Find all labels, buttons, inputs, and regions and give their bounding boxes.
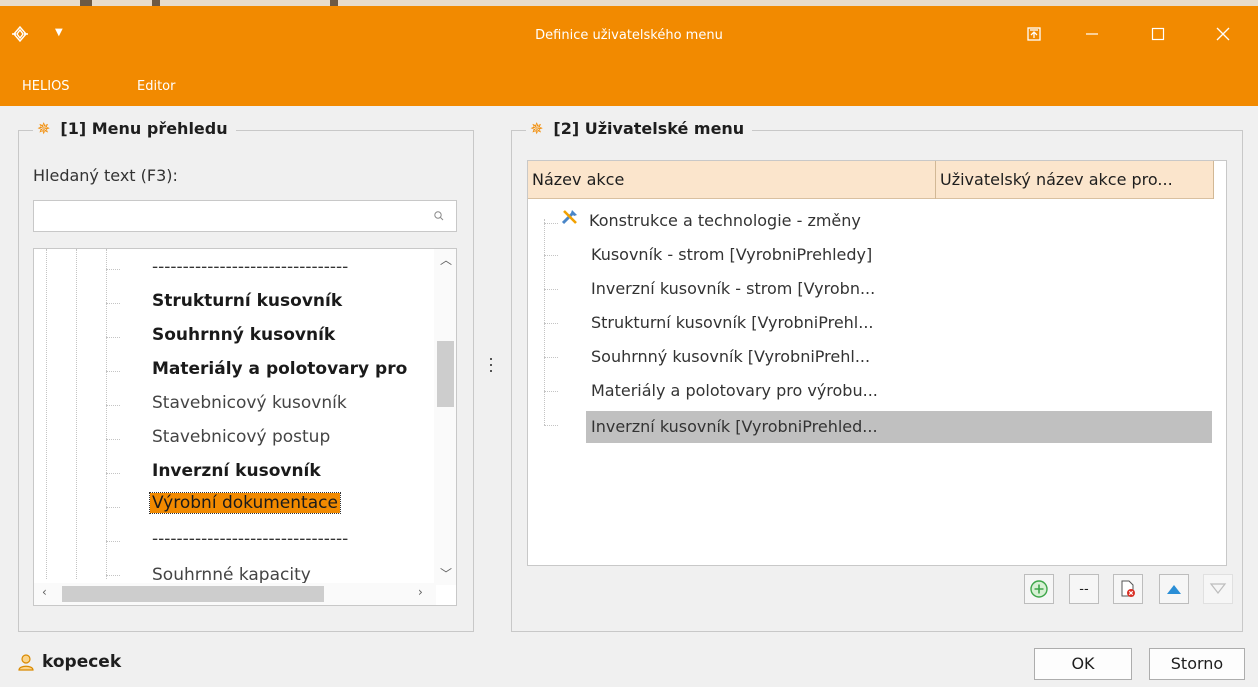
ok-button[interactable]: OK: [1034, 648, 1132, 680]
tree-separator: --------------------------------: [152, 529, 349, 549]
pin-window-icon[interactable]: [1014, 20, 1054, 48]
search-label: Hledaný text (F3):: [33, 166, 178, 185]
triangle-up-icon: [1167, 585, 1181, 594]
tree-item[interactable]: Souhrnný kusovník: [152, 325, 335, 345]
grid-row[interactable]: Kusovník - strom [VyrobniPrehledy]: [586, 239, 872, 271]
menu-overview-title-text: [1] Menu přehledu: [60, 119, 228, 138]
star-icon: ✵: [37, 119, 51, 138]
scroll-left-icon[interactable]: ‹: [42, 585, 47, 599]
triangle-down-icon: [1209, 583, 1227, 594]
add-item-button[interactable]: [1024, 574, 1054, 604]
tree-item[interactable]: Strukturní kusovník: [152, 291, 342, 311]
background-window-strip: [0, 0, 1258, 6]
scroll-right-icon[interactable]: ›: [418, 585, 423, 599]
tree-item-selected[interactable]: Výrobní dokumentace: [149, 492, 341, 514]
column-header-action-name[interactable]: Název akce: [528, 161, 936, 199]
window-title: Definice uživatelského menu: [535, 28, 723, 43]
user-menu-title: ✵ [2] Uživatelské menu: [526, 119, 753, 138]
cancel-button[interactable]: Storno: [1149, 648, 1245, 680]
add-icon: [1030, 580, 1048, 598]
user-menu-grid[interactable]: Název akce Uživatelský název akce pro...…: [527, 160, 1227, 566]
tree-item[interactable]: Stavebnicový postup: [152, 427, 330, 447]
column-header-user-name[interactable]: Uživatelský název akce pro...: [936, 161, 1214, 199]
splitter-handle[interactable]: [490, 358, 493, 376]
star-icon: ✵: [530, 119, 544, 138]
tree-item[interactable]: Inverzní kusovník: [152, 461, 321, 481]
title-bar: ▼ Definice uživatelského menu: [0, 0, 1258, 68]
search-input[interactable]: [33, 200, 457, 232]
delete-document-icon: [1121, 580, 1135, 597]
minimize-icon[interactable]: [1072, 20, 1112, 48]
grid-row[interactable]: Strukturní kusovník [VyrobniPrehl...: [586, 307, 874, 339]
grid-row-selected[interactable]: Inverzní kusovník [VyrobniPrehled...: [586, 411, 1212, 443]
search-icon[interactable]: [432, 209, 446, 223]
maximize-icon[interactable]: [1138, 20, 1178, 48]
menu-bar: HELIOS Editor: [0, 68, 1258, 106]
user-menu-title-text: [2] Uživatelské menu: [553, 119, 745, 138]
close-icon[interactable]: [1203, 20, 1243, 48]
horizontal-scroll-thumb[interactable]: [62, 586, 324, 602]
scroll-down-icon[interactable]: ﹀: [440, 565, 452, 582]
horizontal-scrollbar[interactable]: ‹ ›: [34, 583, 436, 605]
add-separator-button[interactable]: --: [1069, 574, 1099, 604]
tree-item[interactable]: Souhrnné kapacity: [152, 565, 311, 585]
move-up-button[interactable]: [1159, 574, 1189, 604]
tree-item[interactable]: Stavebnicový kusovník: [152, 393, 347, 413]
move-down-button[interactable]: [1203, 574, 1233, 604]
grid-row[interactable]: Materiály a polotovary pro výrobu...: [586, 375, 878, 407]
user-name: kopecek: [42, 652, 122, 672]
menu-overview-title: ✵ [1] Menu přehledu: [33, 119, 236, 138]
tree-item[interactable]: Materiály a polotovary pro: [152, 359, 407, 379]
menu-editor[interactable]: Editor: [137, 79, 175, 94]
vertical-scrollbar[interactable]: ︿ ﹀: [434, 249, 456, 585]
vertical-scroll-thumb[interactable]: [437, 341, 454, 407]
menu-helios[interactable]: HELIOS: [22, 79, 70, 94]
user-icon: [18, 654, 34, 671]
delete-item-button[interactable]: [1113, 574, 1143, 604]
grid-row[interactable]: Inverzní kusovník - strom [Vyrobn...: [586, 273, 875, 305]
grid-row[interactable]: Souhrnný kusovník [VyrobniPrehl...: [586, 341, 870, 373]
tools-icon: [561, 210, 577, 225]
grid-row-root[interactable]: Konstrukce a technologie - změny: [584, 205, 861, 237]
grid-header: Název akce Uživatelský název akce pro...: [528, 161, 1214, 199]
current-user: kopecek: [18, 652, 121, 672]
scroll-up-icon[interactable]: ︿: [440, 251, 452, 268]
tree-separator: --------------------------------: [152, 257, 349, 277]
menu-tree[interactable]: -------------------------------- Struktu…: [33, 248, 457, 606]
